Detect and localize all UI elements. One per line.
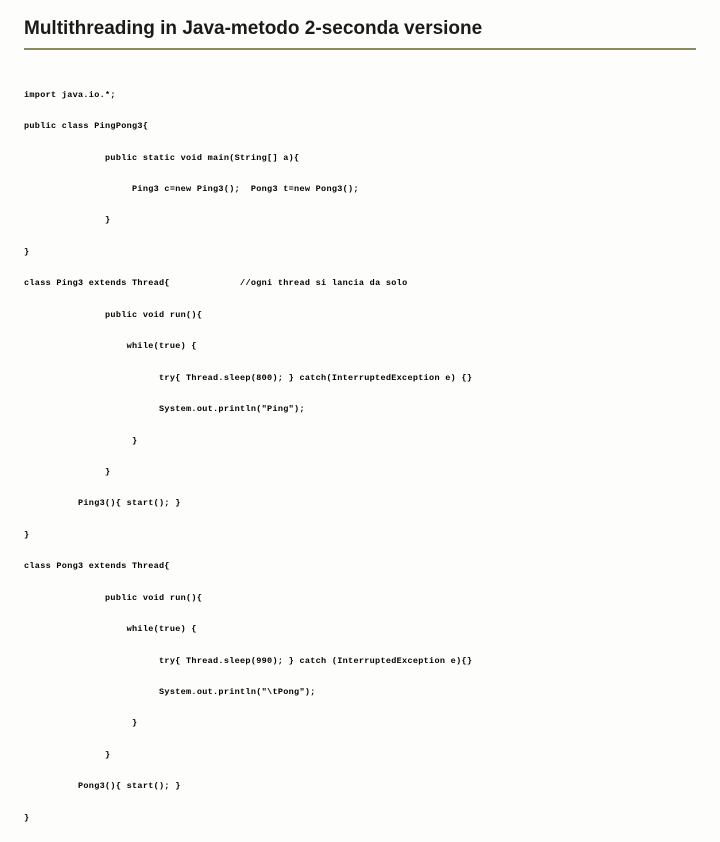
code-line: public class PingPong3{ [24,119,696,135]
code-line: Ping3 c=new Ping3(); Pong3 t=new Pong3()… [24,182,696,198]
code-block: import java.io.*; public class PingPong3… [24,72,696,842]
code-line: } [24,465,696,481]
code-line: public static void main(String[] a){ [24,151,696,167]
code-line: } [24,716,696,732]
code-line: Pong3(){ start(); } [24,779,696,795]
code-line: Ping3(){ start(); } [24,496,696,512]
code-line: } [24,245,696,261]
code-line: class Pong3 extends Thread{ [24,559,696,575]
code-line: import java.io.*; [24,88,696,104]
code-line: class Ping3 extends Thread{ //ogni threa… [24,276,696,292]
page-title: Multithreading in Java-metodo 2-seconda … [24,18,696,50]
code-line: } [24,213,696,229]
code-line: try{ Thread.sleep(990); } catch (Interru… [24,654,696,670]
code-line: } [24,434,696,450]
code-comment: //ogni thread si lancia da solo [240,278,407,288]
code-line: while(true) { [24,339,696,355]
code-line: System.out.println("Ping"); [24,402,696,418]
code-line: public void run(){ [24,308,696,324]
code-text: class Ping3 extends Thread{ [24,278,170,288]
code-line: } [24,811,696,827]
code-line: public void run(){ [24,591,696,607]
code-line: while(true) { [24,622,696,638]
code-line: try{ Thread.sleep(800); } catch(Interrup… [24,371,696,387]
code-line: } [24,528,696,544]
code-line: } [24,748,696,764]
code-line: System.out.println("\tPong"); [24,685,696,701]
